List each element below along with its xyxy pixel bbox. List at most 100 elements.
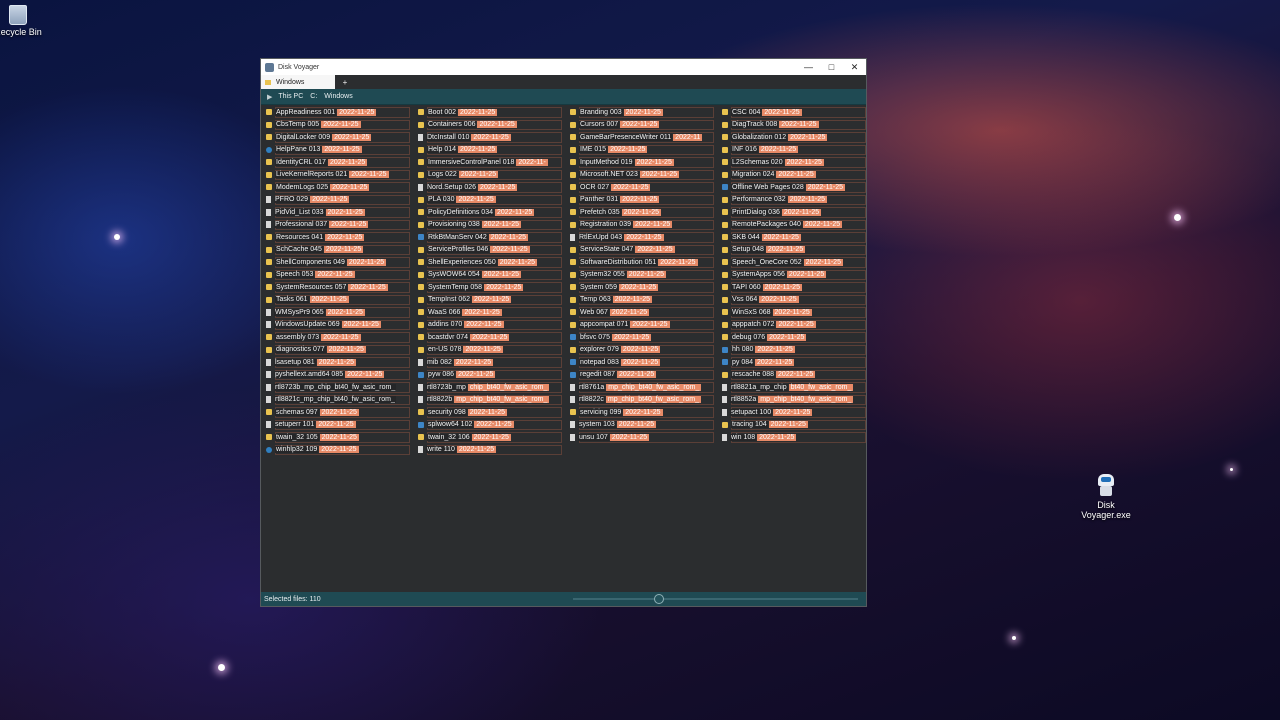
disk-voyager-shortcut[interactable]: Disk Voyager.exe [1076, 474, 1136, 520]
file-entry[interactable]: Microsoft.NET 023 2022-11-25 [570, 169, 716, 182]
breadcrumb-this-pc[interactable]: This PC [278, 93, 303, 100]
file-entry[interactable]: en-US 078 2022-11-25 [418, 344, 564, 357]
file-entry[interactable]: PFRO 029 2022-11-25 [266, 194, 412, 207]
file-entry[interactable]: twain_32 106 2022-11-25 [418, 431, 564, 444]
file-entry[interactable]: diagnostics 077 2022-11-25 [266, 344, 412, 357]
file-entry[interactable]: Registration 039 2022-11-25 [570, 219, 716, 232]
file-entry[interactable]: TempInst 062 2022-11-25 [418, 294, 564, 307]
file-entry[interactable]: lsasetup 081 2022-11-25 [266, 356, 412, 369]
file-entry[interactable]: rtl8822b mp_chip_bt40_fw_asic_rom_ [418, 394, 564, 407]
file-entry[interactable]: Help 014 2022-11-25 [418, 144, 564, 157]
file-entry[interactable]: Containers 006 2022-11-25 [418, 119, 564, 132]
file-entry[interactable]: RemotePackages 040 2022-11-25 [722, 219, 868, 232]
file-entry[interactable]: Provisioning 038 2022-11-25 [418, 219, 564, 232]
file-entry[interactable]: win 108 2022-11-25 [722, 431, 868, 444]
file-entry[interactable]: appcompat 071 2022-11-25 [570, 319, 716, 332]
file-entry[interactable]: GameBarPresenceWriter 011 2022-11 [570, 131, 716, 144]
file-entry[interactable]: ServiceState 047 2022-11-25 [570, 244, 716, 257]
file-entry[interactable]: assembly 073 2022-11-25 [266, 331, 412, 344]
file-entry[interactable]: DigitalLocker 009 2022-11-25 [266, 131, 412, 144]
file-entry[interactable]: SystemResources 057 2022-11-25 [266, 281, 412, 294]
file-entry[interactable]: rtl8723b_mp chip_bt40_fw_asic_rom_ [418, 381, 564, 394]
file-entry[interactable]: PidVid_List 033 2022-11-25 [266, 206, 412, 219]
file-entry[interactable]: OCR 027 2022-11-25 [570, 181, 716, 194]
file-entry[interactable]: notepad 083 2022-11-25 [570, 356, 716, 369]
file-entry[interactable]: setupact 100 2022-11-25 [722, 406, 868, 419]
file-entry[interactable]: winhlp32 109 2022-11-25 [266, 444, 412, 457]
file-entry[interactable]: py 084 2022-11-25 [722, 356, 868, 369]
new-tab-button[interactable]: + [335, 75, 355, 89]
file-entry[interactable]: Resources 041 2022-11-25 [266, 231, 412, 244]
file-entry[interactable]: Prefetch 035 2022-11-25 [570, 206, 716, 219]
file-entry[interactable]: SystemApps 056 2022-11-25 [722, 269, 868, 282]
maximize-button[interactable]: □ [820, 59, 843, 75]
file-entry[interactable]: L2Schemas 020 2022-11-25 [722, 156, 868, 169]
file-entry[interactable]: rtl8821c_mp_chip_bt40_fw_asic_rom_ [266, 394, 412, 407]
file-entry[interactable]: setuperr 101 2022-11-25 [266, 419, 412, 432]
file-entry[interactable]: mib 082 2022-11-25 [418, 356, 564, 369]
zoom-slider-thumb[interactable] [653, 594, 664, 604]
file-entry[interactable]: System 059 2022-11-25 [570, 281, 716, 294]
file-entry[interactable]: Boot 002 2022-11-25 [418, 106, 564, 119]
file-entry[interactable]: system 103 2022-11-25 [570, 419, 716, 432]
file-entry[interactable]: HelpPane 013 2022-11-25 [266, 144, 412, 157]
file-entry[interactable]: CSC 004 2022-11-25 [722, 106, 868, 119]
file-entry[interactable]: ShellExperiences 050 2022-11-25 [418, 256, 564, 269]
file-entry[interactable]: rtl8821a_mp_chip bt40_fw_asic_rom_ [722, 381, 868, 394]
file-entry[interactable]: Performance 032 2022-11-25 [722, 194, 868, 207]
minimize-button[interactable]: — [797, 59, 820, 75]
file-entry[interactable]: Cursors 007 2022-11-25 [570, 119, 716, 132]
file-entry[interactable]: ServiceProfiles 046 2022-11-25 [418, 244, 564, 257]
file-entry[interactable]: Branding 003 2022-11-25 [570, 106, 716, 119]
file-entry[interactable]: SystemTemp 058 2022-11-25 [418, 281, 564, 294]
file-entry[interactable]: RtkBtManServ 042 2022-11-25 [418, 231, 564, 244]
file-entry[interactable]: AppReadiness 001 2022-11-25 [266, 106, 412, 119]
file-entry[interactable]: SchCache 045 2022-11-25 [266, 244, 412, 257]
play-icon[interactable]: ▶ [267, 93, 272, 101]
file-entry[interactable]: Professional 037 2022-11-25 [266, 219, 412, 232]
file-entry[interactable]: bfsvc 075 2022-11-25 [570, 331, 716, 344]
file-entry[interactable]: twain_32 105 2022-11-25 [266, 431, 412, 444]
file-entry[interactable]: debug 076 2022-11-25 [722, 331, 868, 344]
file-entry[interactable]: ModemLogs 025 2022-11-25 [266, 181, 412, 194]
file-entry[interactable]: Panther 031 2022-11-25 [570, 194, 716, 207]
file-entry[interactable]: hh 080 2022-11-25 [722, 344, 868, 357]
file-entry[interactable]: RtlExUpd 043 2022-11-25 [570, 231, 716, 244]
file-entry[interactable]: apppatch 072 2022-11-25 [722, 319, 868, 332]
title-bar[interactable]: Disk Voyager — □ ✕ [261, 59, 866, 75]
file-entry[interactable]: System32 055 2022-11-25 [570, 269, 716, 282]
file-entry[interactable]: Migration 024 2022-11-25 [722, 169, 868, 182]
file-entry[interactable]: SysWOW64 054 2022-11-25 [418, 269, 564, 282]
file-entry[interactable]: WinSxS 068 2022-11-25 [722, 306, 868, 319]
file-entry[interactable]: WMSysPr9 065 2022-11-25 [266, 306, 412, 319]
file-entry[interactable]: Offline Web Pages 028 2022-11-25 [722, 181, 868, 194]
file-entry[interactable]: TAPI 060 2022-11-25 [722, 281, 868, 294]
file-entry[interactable]: security 098 2022-11-25 [418, 406, 564, 419]
file-entry[interactable]: Globalization 012 2022-11-25 [722, 131, 868, 144]
file-entry[interactable]: PLA 030 2022-11-25 [418, 194, 564, 207]
file-entry[interactable]: SKB 044 2022-11-25 [722, 231, 868, 244]
file-entry[interactable]: WaaS 066 2022-11-25 [418, 306, 564, 319]
file-entry[interactable]: rtl8723b_mp_chip_bt40_fw_asic_rom_ [266, 381, 412, 394]
close-button[interactable]: ✕ [843, 59, 866, 75]
file-entry[interactable]: DiagTrack 008 2022-11-25 [722, 119, 868, 132]
file-entry[interactable]: Setup 048 2022-11-25 [722, 244, 868, 257]
zoom-slider-track[interactable] [573, 598, 858, 600]
file-entry[interactable]: rescache 088 2022-11-25 [722, 369, 868, 382]
file-entry[interactable]: splwow64 102 2022-11-25 [418, 419, 564, 432]
file-entry[interactable]: unsu 107 2022-11-25 [570, 431, 716, 444]
file-entry[interactable]: PolicyDefinitions 034 2022-11-25 [418, 206, 564, 219]
file-entry[interactable]: rtl8761a mp_chip_bt40_fw_asic_rom_ [570, 381, 716, 394]
file-entry[interactable]: CbsTemp 005 2022-11-25 [266, 119, 412, 132]
file-entry[interactable]: INF 016 2022-11-25 [722, 144, 868, 157]
file-entry[interactable]: pyw 086 2022-11-25 [418, 369, 564, 382]
file-entry[interactable]: DtcInstall 010 2022-11-25 [418, 131, 564, 144]
file-entry[interactable]: servicing 099 2022-11-25 [570, 406, 716, 419]
file-entry[interactable]: Temp 063 2022-11-25 [570, 294, 716, 307]
file-entry[interactable]: Vss 064 2022-11-25 [722, 294, 868, 307]
file-entry[interactable]: schemas 097 2022-11-25 [266, 406, 412, 419]
file-entry[interactable]: explorer 079 2022-11-25 [570, 344, 716, 357]
file-entry[interactable]: Logs 022 2022-11-25 [418, 169, 564, 182]
tab-windows[interactable]: Windows [261, 75, 335, 89]
file-entry[interactable]: rtl8852a mp_chip_bt40_fw_asic_rom_ [722, 394, 868, 407]
